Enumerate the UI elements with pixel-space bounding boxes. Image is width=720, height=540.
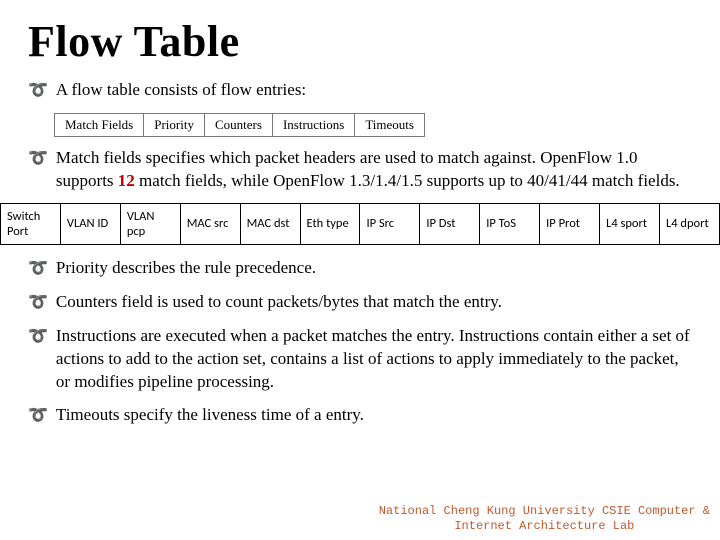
bullet-icon: ➰ <box>28 291 48 315</box>
highlight-number: 12 <box>118 171 135 190</box>
entry-field: Priority <box>144 114 205 137</box>
bullet-icon: ➰ <box>28 325 48 349</box>
bullet-timeouts: ➰ Timeouts specify the liveness time of … <box>28 404 692 428</box>
bullet-matchfields: ➰ Match fields specifies which packet he… <box>28 147 692 193</box>
bullet-icon: ➰ <box>28 257 48 281</box>
match-fields-box: Switch Port VLAN ID VLAN pcp MAC src MAC… <box>0 203 720 245</box>
entry-fields-box: Match Fields Priority Counters Instructi… <box>54 113 692 137</box>
match-header: IP Dst <box>420 203 480 244</box>
bullet-icon: ➰ <box>28 147 48 171</box>
match-header: IP Src <box>360 203 420 244</box>
bullet-icon: ➰ <box>28 404 48 428</box>
match-header: L4 sport <box>600 203 660 244</box>
entry-field: Counters <box>204 114 272 137</box>
bullet-text: Instructions are executed when a packet … <box>56 325 692 394</box>
entry-fields-table: Match Fields Priority Counters Instructi… <box>54 113 425 137</box>
bullet-counters: ➰ Counters field is used to count packet… <box>28 291 692 315</box>
bullet-text: Priority describes the rule precedence. <box>56 257 692 280</box>
match-header: Eth type <box>300 203 360 244</box>
bullet-icon: ➰ <box>28 79 48 103</box>
bullet-entries: ➰ A flow table consists of flow entries: <box>28 79 692 103</box>
bullet-priority: ➰ Priority describes the rule precedence… <box>28 257 692 281</box>
footer-attribution: National Cheng Kung University CSIE Comp… <box>379 504 710 534</box>
bullet-text: A flow table consists of flow entries: <box>56 79 692 102</box>
text-span: match fields, while OpenFlow 1.3/1.4/1.5… <box>135 171 680 190</box>
match-header: MAC src <box>180 203 240 244</box>
footer-line: National Cheng Kung University CSIE Comp… <box>379 504 710 519</box>
bullet-text: Timeouts specify the liveness time of a … <box>56 404 692 427</box>
bullet-text: Counters field is used to count packets/… <box>56 291 692 314</box>
match-header: IP ToS <box>480 203 540 244</box>
bullet-instructions: ➰ Instructions are executed when a packe… <box>28 325 692 394</box>
match-header: L4 dport <box>659 203 719 244</box>
entry-field: Timeouts <box>355 114 425 137</box>
entry-field: Match Fields <box>55 114 144 137</box>
footer-line: Internet Architecture Lab <box>379 519 710 534</box>
page-title: Flow Table <box>28 16 692 67</box>
entry-field: Instructions <box>272 114 354 137</box>
match-header: VLAN pcp <box>120 203 180 244</box>
match-fields-table: Switch Port VLAN ID VLAN pcp MAC src MAC… <box>0 203 720 245</box>
match-header: VLAN ID <box>60 203 120 244</box>
match-header: MAC dst <box>240 203 300 244</box>
match-header: IP Prot <box>540 203 600 244</box>
bullet-text: Match fields specifies which packet head… <box>56 147 692 193</box>
slide: Flow Table ➰ A flow table consists of fl… <box>0 0 720 540</box>
match-header: Switch Port <box>1 203 61 244</box>
